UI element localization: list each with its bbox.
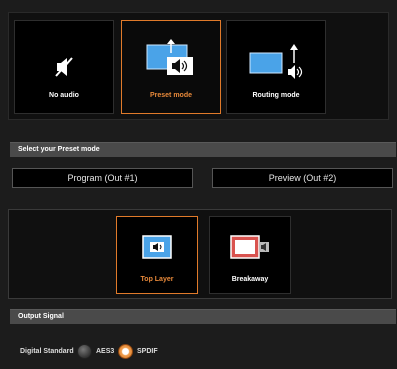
mode-label: Preset mode — [149, 92, 193, 99]
mode-label: No audio — [49, 92, 79, 99]
layer-mode-panel — [8, 209, 392, 299]
output-section-header: Output Signal — [10, 309, 396, 324]
muted-speaker-icon — [55, 57, 73, 77]
screen-speaker-icon — [146, 39, 193, 75]
aes3-label: AES3 — [96, 348, 115, 355]
routing-icon — [249, 44, 303, 79]
preset-preview-button[interactable]: Preview (Out #2) — [212, 168, 393, 188]
layer-breakaway-button[interactable]: Breakaway — [209, 216, 291, 294]
spdif-label: SPDIF — [137, 348, 158, 355]
top-layer-icon — [142, 235, 172, 259]
mode-routing-button[interactable]: Routing mode — [226, 20, 326, 114]
mode-no-audio-button[interactable]: No audio — [14, 20, 114, 114]
layer-label: Top Layer — [140, 276, 174, 283]
preset-section-header: Select your Preset mode — [10, 142, 396, 157]
mode-label: Routing mode — [252, 92, 300, 99]
output-standard-label: Digital Standard — [20, 348, 74, 355]
spdif-radio[interactable] — [118, 344, 133, 359]
layer-label: Breakaway — [231, 276, 269, 283]
mode-preset-button[interactable]: Preset mode — [121, 20, 221, 114]
breakaway-icon — [230, 235, 269, 259]
preset-program-button[interactable]: Program (Out #1) — [12, 168, 193, 188]
aes3-radio[interactable] — [77, 344, 92, 359]
layer-top-layer-button[interactable]: Top Layer — [116, 216, 198, 294]
